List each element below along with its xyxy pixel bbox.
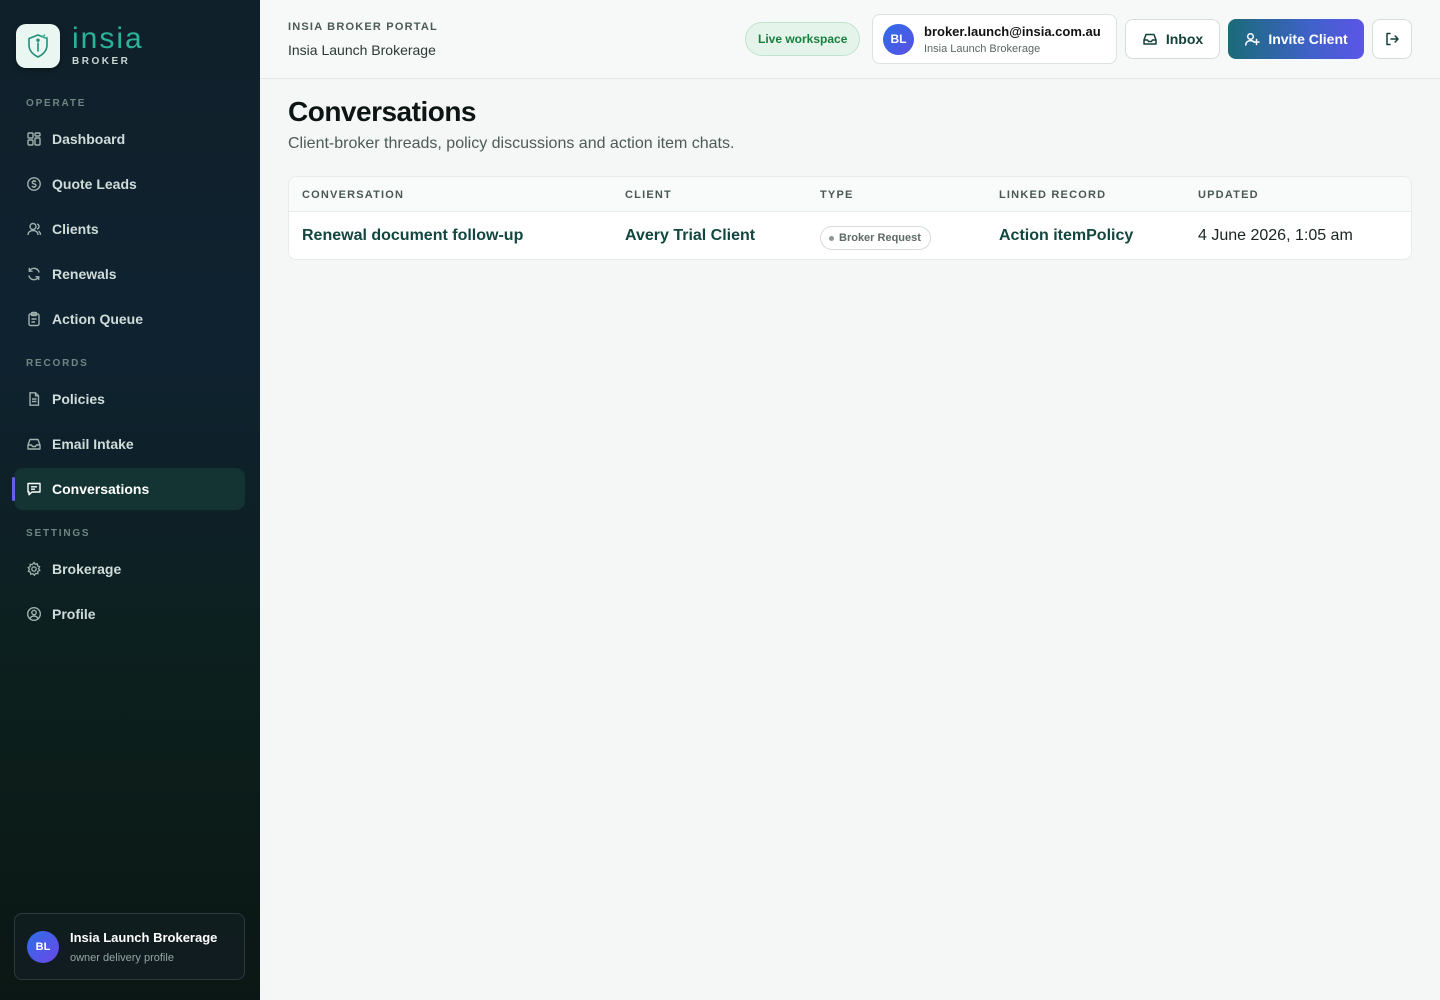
nav-section-records: RECORDS [26, 358, 89, 369]
page-subtitle: Client-broker threads, policy discussion… [288, 135, 735, 152]
sidebar-item-label: Email Intake [52, 436, 134, 452]
workspace-status-badge: Live workspace [745, 22, 861, 56]
sidebar-item-label: Renewals [52, 266, 117, 282]
sidebar-item-label: Clients [52, 221, 99, 237]
user-account-chip[interactable]: BL broker.launch@insia.com.au Insia Laun… [872, 14, 1117, 64]
sidebar-item-label: Conversations [52, 481, 150, 497]
top-header: INSIA BROKER PORTAL Insia Launch Brokera… [260, 0, 1440, 79]
column-header-client: CLIENT [625, 189, 672, 201]
column-header-type: TYPE [820, 189, 854, 201]
sidebar-item-quote-leads[interactable]: Quote Leads [14, 163, 245, 205]
client-link[interactable]: Avery Trial Client [625, 227, 755, 245]
linked-record-link[interactable]: Action itemPolicy [999, 227, 1133, 245]
chat-icon [27, 482, 41, 496]
page-title: Conversations [288, 96, 477, 127]
refresh-icon [28, 267, 40, 281]
sidebar-item-label: Policies [52, 391, 105, 407]
dollar-circle-icon [27, 177, 41, 191]
invite-button-label: Invite Client [1268, 31, 1348, 47]
table-header: CONVERSATION CLIENT TYPE LINKED RECORD U… [289, 177, 1411, 212]
user-icon [27, 222, 42, 236]
org-sub: owner delivery profile [70, 951, 174, 964]
avatar: BL [27, 930, 59, 963]
user-plus-icon [1245, 32, 1261, 46]
sidebar-item-policies[interactable]: Policies [14, 378, 245, 420]
nav-section-operate: OPERATE [26, 98, 87, 109]
org-name: Insia Launch Brokerage [70, 929, 218, 945]
column-header-linked-record: LINKED RECORD [999, 189, 1107, 201]
sidebar-item-label: Dashboard [52, 131, 126, 147]
brand[interactable]: insia BROKER [16, 24, 144, 68]
sidebar-item-conversations[interactable]: Conversations [12, 468, 245, 510]
org-profile-card[interactable]: BL Insia Launch Brokerage owner delivery… [14, 913, 245, 980]
column-header-conversation: CONVERSATION [302, 189, 405, 201]
column-header-updated: UPDATED [1198, 189, 1259, 201]
conversation-title-link[interactable]: Renewal document follow-up [302, 227, 523, 245]
clipboard-icon [28, 311, 40, 327]
inbox-button[interactable]: Inbox [1125, 19, 1220, 59]
inbox-icon [1143, 33, 1157, 45]
nav-section-settings: SETTINGS [26, 528, 91, 539]
conversations-table: CONVERSATION CLIENT TYPE LINKED RECORD U… [288, 176, 1412, 260]
brand-name: insia [72, 22, 144, 55]
type-badge-label: Broker Request [839, 232, 921, 244]
sidebar-item-email-intake[interactable]: Email Intake [14, 423, 245, 465]
sidebar-item-brokerage[interactable]: Brokerage [14, 548, 245, 590]
shield-logo-icon [16, 24, 60, 68]
gear-icon [27, 561, 41, 577]
inbox-button-label: Inbox [1165, 31, 1204, 47]
portal-label: INSIA BROKER PORTAL [288, 21, 438, 33]
user-email: broker.launch@insia.com.au [924, 23, 1101, 39]
sidebar-item-label: Brokerage [52, 561, 122, 577]
sidebar-item-renewals[interactable]: Renewals [14, 253, 245, 295]
logout-icon [1386, 32, 1399, 46]
invite-client-button[interactable]: Invite Client [1228, 19, 1364, 59]
portal-brokerage-name: Insia Launch Brokerage [288, 42, 436, 58]
table-row[interactable]: Renewal document follow-up Avery Trial C… [289, 213, 1411, 259]
document-icon [29, 392, 40, 406]
sidebar-item-label: Action Queue [52, 311, 144, 327]
type-badge: Broker Request [820, 226, 931, 250]
sidebar-item-clients[interactable]: Clients [14, 208, 245, 250]
status-dot [829, 235, 834, 241]
logout-button[interactable] [1372, 19, 1412, 59]
sidebar-item-label: Profile [52, 606, 96, 622]
user-org: Insia Launch Brokerage [924, 42, 1041, 55]
sidebar-item-profile[interactable]: Profile [14, 593, 245, 635]
updated-timestamp: 4 June 2026, 1:05 am [1198, 227, 1353, 244]
dashboard-icon [27, 132, 41, 146]
inbox-icon [27, 438, 41, 450]
sidebar-item-label: Quote Leads [52, 176, 137, 192]
sidebar-item-dashboard[interactable]: Dashboard [14, 118, 245, 160]
avatar: BL [883, 23, 914, 55]
sidebar: insia BROKER OPERATE Dashboard Quote Lea… [0, 0, 260, 1000]
sidebar-item-action-queue[interactable]: Action Queue [14, 298, 245, 340]
brand-sub: BROKER [72, 56, 131, 67]
user-circle-icon [26, 606, 42, 622]
